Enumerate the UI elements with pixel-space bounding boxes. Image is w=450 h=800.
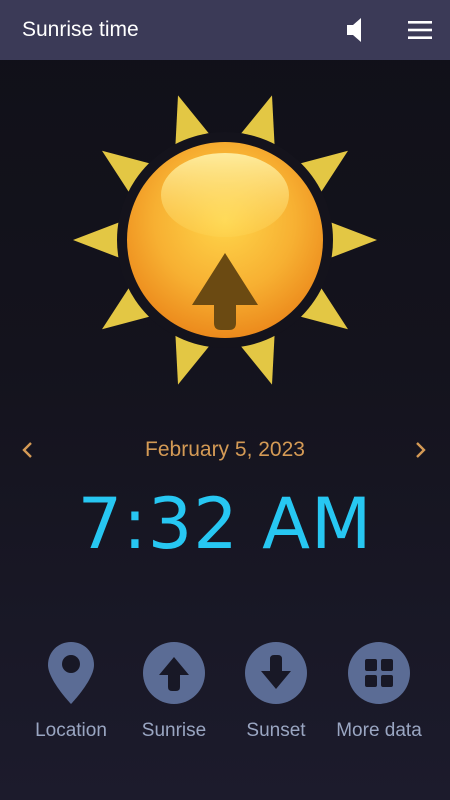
grid-icon	[346, 640, 412, 706]
nav-more-data[interactable]: More data	[327, 640, 431, 750]
sunrise-sun-icon	[70, 85, 380, 395]
nav-sunset[interactable]: Sunset	[224, 640, 328, 750]
bottom-navigation: Location Sunrise Sunset More data	[0, 640, 450, 750]
chevron-left-icon[interactable]	[16, 438, 40, 462]
selected-date[interactable]: February 5, 2023	[75, 438, 375, 462]
nav-sunrise-label: Sunrise	[141, 720, 207, 741]
hamburger-menu-icon[interactable]	[403, 14, 437, 46]
arrow-down-circle-icon	[243, 640, 309, 706]
app-title: Sunrise time	[22, 18, 139, 41]
date-navigation: February 5, 2023	[0, 430, 450, 470]
nav-sunset-label: Sunset	[246, 720, 306, 741]
app-bar: Sunrise time	[0, 0, 450, 60]
nav-more-data-label: More data	[336, 720, 422, 741]
speaker-icon[interactable]	[340, 14, 372, 46]
arrow-up-circle-icon	[141, 640, 207, 706]
chevron-right-icon[interactable]	[408, 438, 432, 462]
location-pin-icon	[38, 640, 104, 706]
nav-location-label: Location	[35, 720, 107, 741]
nav-location[interactable]: Location	[19, 640, 123, 750]
sunrise-time: 7:32 AM	[77, 483, 373, 565]
nav-sunrise[interactable]: Sunrise	[122, 640, 226, 750]
